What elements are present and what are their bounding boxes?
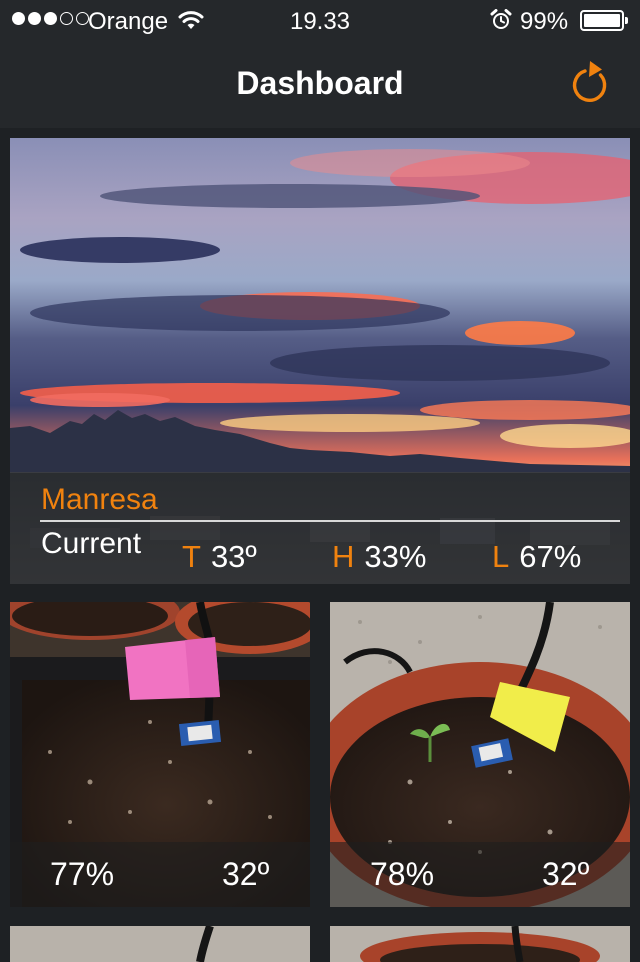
light-reading: L 67% bbox=[492, 539, 581, 575]
battery-percent: 99% bbox=[520, 8, 569, 35]
plant-humidity-value: 78% bbox=[370, 856, 435, 892]
plant-card-partial[interactable] bbox=[330, 926, 630, 962]
page-title: Dashboard bbox=[236, 65, 404, 101]
plant-card[interactable]: 78% 32º bbox=[330, 602, 630, 907]
temperature-value: 33º bbox=[210, 539, 257, 574]
humidity-reading: H 33% bbox=[332, 539, 426, 575]
location-weather-card[interactable]: Manresa Current T 33º H 33% L 67% bbox=[10, 138, 630, 584]
plant-temperature-value: 32º bbox=[542, 856, 590, 892]
status-bar: Orange 19.33 99% bbox=[0, 0, 640, 40]
plant-temperature-value: 32º bbox=[222, 856, 270, 892]
refresh-icon[interactable] bbox=[568, 58, 612, 106]
city-name: Manresa bbox=[41, 483, 158, 516]
temperature-reading: T 33º bbox=[182, 539, 257, 575]
plant-pot-photo bbox=[10, 926, 310, 962]
humidity-letter: H bbox=[332, 539, 355, 574]
divider bbox=[40, 520, 620, 522]
navigation-bar: Dashboard bbox=[0, 40, 640, 128]
battery-tip bbox=[625, 17, 628, 24]
alarm-clock-icon bbox=[490, 9, 512, 29]
humidity-value: 33% bbox=[364, 539, 427, 574]
current-label: Current bbox=[41, 527, 142, 560]
battery-icon bbox=[580, 10, 628, 31]
light-value: 67% bbox=[519, 539, 582, 574]
plant-card-partial[interactable] bbox=[10, 926, 310, 962]
temperature-letter: T bbox=[182, 539, 201, 574]
plant-humidity-value: 77% bbox=[50, 856, 115, 892]
light-letter: L bbox=[492, 539, 510, 574]
plant-pot-photo bbox=[330, 926, 630, 962]
plant-card[interactable]: 77% 32º bbox=[10, 602, 310, 907]
battery-level bbox=[584, 14, 620, 27]
